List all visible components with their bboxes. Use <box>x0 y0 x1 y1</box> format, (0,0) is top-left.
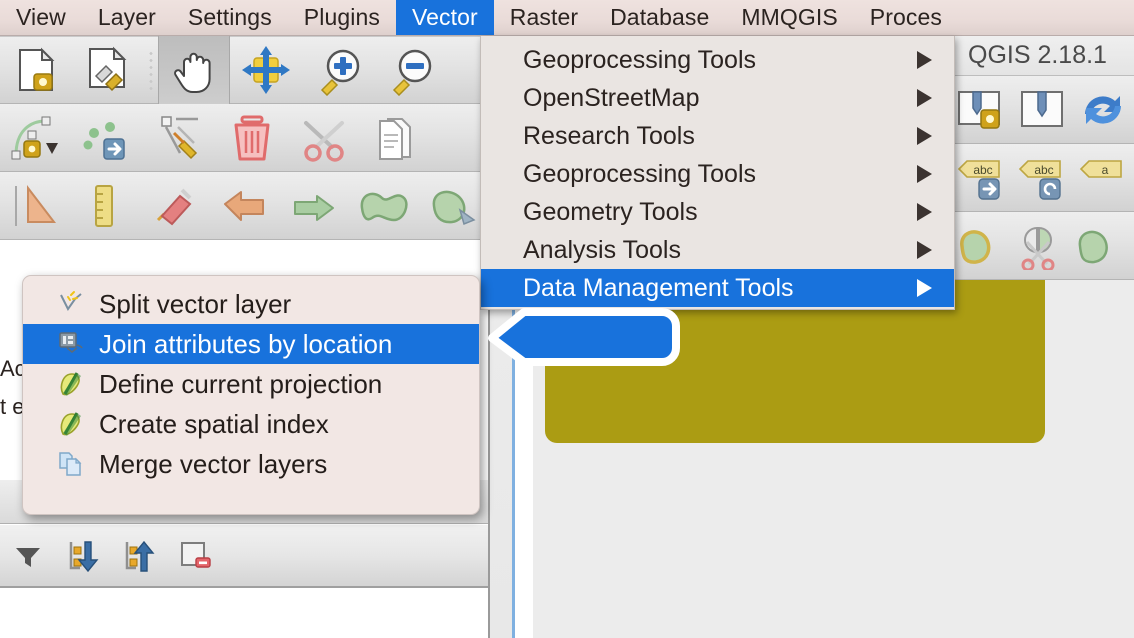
node-tool-icon[interactable] <box>139 175 209 237</box>
refresh-icon[interactable] <box>1073 79 1134 141</box>
menu-raster[interactable]: Raster <box>494 0 594 35</box>
menu-database[interactable]: Database <box>594 0 725 35</box>
reshape-features-icon[interactable] <box>950 215 1011 277</box>
simplify-feature-icon[interactable] <box>349 175 419 237</box>
filter-legend-icon[interactable] <box>0 528 56 584</box>
chevron-right-icon <box>917 279 932 297</box>
submenu-item-split-vector-layer[interactable]: Split vector layer <box>23 284 479 324</box>
add-part-icon[interactable] <box>418 175 488 237</box>
remove-layer-icon[interactable] <box>168 528 224 584</box>
submenu-item-label: Define current projection <box>99 369 383 399</box>
right-toolbar-region: abc abc a <box>950 76 1134 280</box>
menu-item-data-management-tools[interactable]: Data Management Tools <box>481 269 954 307</box>
new-print-composer-icon[interactable] <box>950 79 1011 141</box>
edit-tool-icon[interactable] <box>144 107 216 169</box>
chevron-right-icon <box>917 89 932 107</box>
svg-text:abc: abc <box>1034 163 1053 177</box>
menu-item-geoprocessing-tools-1[interactable]: Geoprocessing Tools <box>481 41 954 79</box>
menu-plugins[interactable]: Plugins <box>288 0 396 35</box>
menu-view[interactable]: View <box>0 0 82 35</box>
add-delimited-text-layer-icon[interactable] <box>72 107 144 169</box>
copy-features-icon[interactable] <box>360 107 432 169</box>
blue-pointer-arrow <box>484 308 680 368</box>
vector-menu-dropdown: Geoprocessing Tools OpenStreetMap Resear… <box>480 36 955 310</box>
menu-item-label: Geoprocessing Tools <box>523 159 757 188</box>
app-version-strip: QGIS 2.18.1 <box>950 36 1134 76</box>
menu-settings[interactable]: Settings <box>172 0 288 35</box>
menu-item-research-tools[interactable]: Research Tools <box>481 117 954 155</box>
open-project-icon[interactable] <box>72 39 144 101</box>
new-project-icon[interactable] <box>0 39 72 101</box>
menu-item-label: Data Management Tools <box>523 273 794 302</box>
menu-item-label: Geoprocessing Tools <box>523 45 757 74</box>
toolbar-row-advanced <box>0 172 488 240</box>
menu-layer[interactable]: Layer <box>82 0 172 35</box>
menu-item-analysis-tools[interactable]: Analysis Tools <box>481 231 954 269</box>
zoom-full-icon[interactable] <box>230 39 302 101</box>
menu-item-geometry-tools[interactable]: Geometry Tools <box>481 193 954 231</box>
layers-panel-body <box>0 588 488 638</box>
submenu-item-label: Join attributes by location <box>99 329 393 359</box>
app-version-label: QGIS 2.18.1 <box>968 41 1107 69</box>
submenu-item-join-attributes-by-location[interactable]: Join attributes by location <box>23 324 479 364</box>
menu-item-label: Geometry Tools <box>523 197 698 226</box>
delete-selected-icon[interactable] <box>216 107 288 169</box>
toolbar-row-file <box>0 36 488 104</box>
measure-area-icon[interactable] <box>0 175 70 237</box>
menu-item-label: OpenStreetMap <box>523 83 700 112</box>
split-vector-layer-icon <box>56 289 86 319</box>
submenu-item-label: Split vector layer <box>99 289 292 319</box>
create-spatial-index-icon <box>56 409 86 439</box>
chevron-right-icon <box>917 241 932 259</box>
chevron-right-icon <box>917 51 932 69</box>
collapse-all-icon[interactable] <box>112 528 168 584</box>
menu-item-geoprocessing-tools-2[interactable]: Geoprocessing Tools <box>481 155 954 193</box>
svg-text:abc: abc <box>973 163 992 177</box>
menu-item-openstreetmap[interactable]: OpenStreetMap <box>481 79 954 117</box>
rotate-left-icon[interactable] <box>209 175 279 237</box>
toolbar-grip[interactable] <box>144 48 158 92</box>
menu-item-label: Research Tools <box>523 121 695 150</box>
submenu-item-label: Create spatial index <box>99 409 329 439</box>
toolbar-row-geometry-edit <box>950 212 1134 280</box>
toolbar-row-labels: abc abc a <box>950 144 1134 212</box>
submenu-item-create-spatial-index[interactable]: Create spatial index <box>23 404 479 444</box>
cut-features-icon[interactable] <box>288 107 360 169</box>
join-attributes-location-icon <box>56 329 86 359</box>
measure-line-icon[interactable] <box>70 175 140 237</box>
label-change-icon[interactable]: a <box>1073 147 1134 209</box>
label-move-icon[interactable]: abc <box>950 147 1011 209</box>
new-vector-layer-icon[interactable] <box>0 107 72 169</box>
pan-map-icon[interactable] <box>158 36 230 104</box>
merge-features-icon[interactable] <box>1073 215 1134 277</box>
submenu-item-merge-vector-layers[interactable]: Merge vector layers <box>23 444 479 484</box>
menu-vector[interactable]: Vector <box>395 0 494 35</box>
qgis-window: Layers Panel <box>0 0 1134 638</box>
chevron-right-icon <box>917 127 932 145</box>
toolbar-row-composer <box>950 76 1134 144</box>
submenu-item-define-current-projection[interactable]: Define current projection <box>23 364 479 404</box>
menu-item-label: Analysis Tools <box>523 235 681 264</box>
menu-mmqgis[interactable]: MMQGIS <box>725 0 853 35</box>
label-rotate-icon[interactable]: abc <box>1011 147 1072 209</box>
left-toolbar-region: Layers Panel <box>0 36 488 638</box>
define-projection-icon <box>56 369 86 399</box>
toolbar-row-digitizing <box>0 104 488 172</box>
svg-text:a: a <box>1102 163 1109 177</box>
chevron-right-icon <box>917 203 932 221</box>
chevron-right-icon <box>917 165 932 183</box>
submenu-footer <box>23 484 479 506</box>
menu-processing[interactable]: Proces <box>854 0 958 35</box>
menubar: View Layer Settings Plugins Vector Raste… <box>0 0 1134 36</box>
data-management-tools-submenu: Split vector layer Join attributes by lo… <box>22 275 480 515</box>
layers-panel-toolbar <box>0 524 488 588</box>
submenu-item-label: Merge vector layers <box>99 449 328 479</box>
split-features-icon[interactable] <box>1011 215 1072 277</box>
rotate-right-icon[interactable] <box>279 175 349 237</box>
merge-vector-layers-icon <box>56 449 86 479</box>
zoom-in-icon[interactable] <box>302 39 374 101</box>
expand-all-icon[interactable] <box>56 528 112 584</box>
composer-manager-icon[interactable] <box>1011 79 1072 141</box>
zoom-out-icon[interactable] <box>374 39 446 101</box>
